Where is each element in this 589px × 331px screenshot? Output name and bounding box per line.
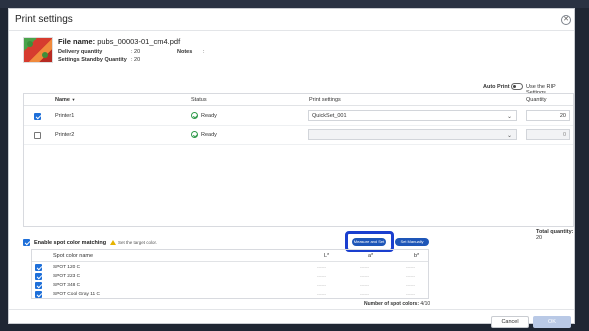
column-status: Status	[191, 97, 207, 103]
spot-color-row[interactable]: SPOT Cool Gray 11 C ------ ------ ------	[32, 290, 428, 298]
printer-status: Ready	[201, 113, 217, 119]
dialog-title: Print settings	[15, 14, 73, 25]
app-top-bar	[0, 0, 589, 8]
toggle-knob	[513, 85, 516, 88]
auto-print-toggle[interactable]	[511, 83, 523, 90]
dialog-titlebar: Print settings ✕	[9, 9, 574, 31]
printers-table: Name ▼ Status Print settings Quantity Pr…	[23, 93, 574, 227]
spot-color-row[interactable]: SPOT 223 C ------ ------ ------	[32, 272, 428, 281]
delivery-quantity-label: Delivery quantity	[58, 49, 103, 55]
spot-color-name: SPOT Cool Gray 11 C	[53, 292, 101, 297]
warning-text: Set the target color.	[118, 240, 158, 245]
file-name: File name: pubs_00003-01_cm4.pdf	[58, 37, 180, 46]
spot-color-name: SPOT 223 C	[53, 274, 81, 279]
spot-color-checkbox[interactable]	[35, 273, 42, 280]
spot-l-value: ------	[317, 265, 326, 270]
notes-value: :	[203, 49, 205, 55]
spot-color-matching-label: Enable spot color matching	[34, 240, 107, 246]
spot-color-row[interactable]: SPOT 120 C ------ ------ ------	[32, 263, 428, 272]
spot-color-checkbox[interactable]	[35, 282, 42, 289]
ready-check-icon	[191, 131, 198, 138]
print-settings-dialog: Print settings ✕ File name: pubs_00003-0…	[8, 8, 575, 328]
ok-button[interactable]: OK	[533, 316, 571, 328]
column-a: a*	[368, 253, 374, 259]
thumbnail-leaf	[42, 52, 48, 58]
printers-table-header: Name ▼ Status Print settings Quantity	[24, 94, 573, 106]
column-print-settings: Print settings	[309, 97, 341, 103]
printer-checkbox[interactable]	[34, 132, 41, 139]
delivery-quantity-value: : 20	[131, 49, 141, 55]
column-name-label: Name	[55, 97, 70, 103]
printer-status: Ready	[201, 132, 217, 138]
spot-a-value: ------	[360, 283, 369, 288]
close-icon[interactable]: ✕	[561, 15, 571, 25]
column-b: b*	[414, 253, 420, 259]
print-settings-select[interactable]: ⌄	[308, 129, 517, 140]
spot-l-value: ------	[317, 283, 326, 288]
standby-quantity-label: Settings Standby Quantity	[58, 57, 127, 63]
spot-color-table-header: Spot color name L* a* b*	[32, 250, 428, 262]
auto-print-label: Auto Print	[483, 84, 513, 90]
column-quantity: Quantity	[526, 97, 547, 103]
spot-a-value: ------	[360, 265, 369, 270]
spot-color-row[interactable]: SPOT 348 C ------ ------ ------	[32, 281, 428, 290]
spot-l-value: ------	[317, 274, 326, 279]
printer-checkbox[interactable]	[34, 113, 41, 120]
spot-color-matching-checkbox[interactable]	[23, 239, 30, 246]
spot-a-value: ------	[360, 292, 369, 297]
spot-l-value: ------	[317, 292, 326, 297]
ready-check-icon	[191, 112, 198, 119]
print-settings-value: QuickSet_001	[312, 113, 347, 119]
spot-a-value: ------	[360, 274, 369, 279]
total-quantity-value: 20	[536, 235, 543, 241]
cancel-button[interactable]: Cancel	[491, 316, 529, 328]
column-l: L*	[324, 253, 330, 259]
spot-b-value: ------	[406, 283, 415, 288]
spot-color-checkbox[interactable]	[35, 264, 42, 271]
spot-b-value: ------	[406, 292, 415, 297]
thumbnail-leaf	[27, 41, 33, 47]
column-name[interactable]: Name ▼	[55, 97, 75, 103]
printer-name: Printer1	[55, 113, 75, 119]
total-quantity: Total quantity: 20	[536, 229, 574, 241]
spot-color-name: SPOT 348 C	[53, 283, 81, 288]
set-manually-button[interactable]: Set Manually	[395, 238, 429, 246]
file-thumbnail	[23, 37, 53, 63]
printer-row[interactable]: Printer1 Ready QuickSet_001 ⌄ 20	[24, 106, 573, 126]
spot-b-value: ------	[406, 274, 415, 279]
print-settings-select[interactable]: QuickSet_001 ⌄	[308, 110, 517, 121]
measure-and-set-button[interactable]: Measure and Set	[352, 238, 386, 246]
standby-quantity-value: : 20	[131, 57, 141, 63]
chevron-down-icon: ⌄	[506, 114, 512, 120]
spot-color-count-value: 4/10	[420, 301, 431, 307]
column-spot-color-name: Spot color name	[53, 253, 94, 259]
quantity-input[interactable]: 20	[526, 110, 570, 121]
sort-down-icon: ▼	[71, 97, 76, 102]
printer-row[interactable]: Printer2 Ready ⌄ 0	[24, 125, 573, 145]
warning-icon	[110, 240, 116, 245]
footer-divider	[9, 309, 574, 310]
auto-print-title: Auto Print	[483, 84, 510, 90]
spot-color-count: Number of spot colors: 4/10	[364, 301, 430, 307]
chevron-down-icon: ⌄	[506, 133, 512, 139]
spot-color-count-label: Number of spot colors:	[364, 301, 420, 307]
spot-color-checkbox[interactable]	[35, 291, 42, 298]
spot-color-name: SPOT 120 C	[53, 265, 81, 270]
notes-label: Notes	[177, 49, 193, 55]
spot-b-value: ------	[406, 265, 415, 270]
file-name-value: pubs_00003-01_cm4.pdf	[97, 37, 181, 46]
printer-name: Printer2	[55, 132, 75, 138]
spot-color-table: Spot color name L* a* b* SPOT 120 C ----…	[31, 249, 429, 299]
file-name-label: File name:	[58, 37, 96, 46]
quantity-input[interactable]: 0	[526, 129, 570, 140]
